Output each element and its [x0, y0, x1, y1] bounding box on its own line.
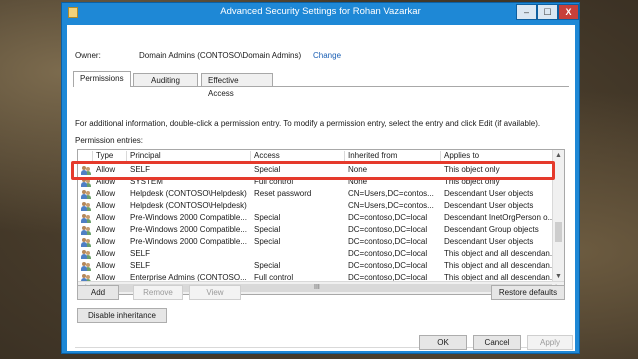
- cell-type: Allow: [96, 201, 116, 210]
- change-owner-link[interactable]: Change: [313, 51, 341, 60]
- cell-access: Special: [254, 261, 281, 270]
- cell-inherited: DC=contoso,DC=local: [348, 261, 428, 270]
- add-button[interactable]: Add: [77, 285, 119, 300]
- cell-type: Allow: [96, 213, 116, 222]
- cell-type: Allow: [96, 189, 116, 198]
- cell-applies: Descendant InetOrgPerson o...: [444, 213, 552, 222]
- cell-principal: Pre-Windows 2000 Compatible...: [130, 213, 247, 222]
- minimize-button[interactable]: –: [516, 4, 537, 20]
- cell-access: Reset password: [254, 189, 312, 198]
- cell-inherited: CN=Users,DC=contos...: [348, 201, 434, 210]
- dialog-body: Owner: Domain Admins (CONTOSO\Domain Adm…: [67, 25, 575, 351]
- permission-entries-label: Permission entries:: [75, 136, 144, 145]
- owner-label: Owner:: [75, 51, 101, 60]
- cell-inherited: DC=contoso,DC=local: [348, 213, 428, 222]
- cell-inherited: DC=contoso,DC=local: [348, 225, 428, 234]
- title-bar[interactable]: Advanced Security Settings for Rohan Vaz…: [62, 3, 579, 23]
- tab-auditing[interactable]: Auditing: [133, 73, 198, 87]
- cell-type: Allow: [96, 261, 116, 270]
- apply-button[interactable]: Apply: [527, 335, 573, 350]
- cell-access: Special: [254, 237, 281, 246]
- scroll-thumb[interactable]: [555, 222, 562, 242]
- restore-defaults-button[interactable]: Restore defaults: [491, 285, 565, 300]
- cell-type: Allow: [96, 225, 116, 234]
- cell-principal: SELF: [130, 249, 151, 258]
- tab-divider: [73, 86, 569, 87]
- user-group-icon: [81, 190, 91, 199]
- tab-permissions[interactable]: Permissions: [73, 71, 131, 87]
- user-group-icon: [81, 214, 91, 223]
- cell-access: Special: [254, 213, 281, 222]
- scroll-grip-icon: III: [314, 284, 320, 291]
- cell-access: Special: [254, 225, 281, 234]
- cell-inherited: CN=Users,DC=contos...: [348, 189, 434, 198]
- cell-inherited: DC=contoso,DC=local: [348, 237, 428, 246]
- owner-value: Domain Admins (CONTOSO\Domain Admins): [139, 51, 302, 60]
- cell-applies: Descendant User objects: [444, 237, 534, 246]
- cell-principal: Helpdesk (CONTOSO\Helpdesk): [130, 201, 247, 210]
- cell-type: Allow: [96, 237, 116, 246]
- cell-applies: Descendant User objects: [444, 189, 534, 198]
- remove-button[interactable]: Remove: [133, 285, 183, 300]
- cell-inherited: DC=contoso,DC=local: [348, 249, 428, 258]
- cell-principal: Pre-Windows 2000 Compatible...: [130, 225, 247, 234]
- tab-effective-access[interactable]: Effective Access: [201, 73, 273, 98]
- cell-applies: This object and all descendan...: [444, 261, 552, 270]
- highlight-annotation: [71, 161, 555, 180]
- user-group-icon: [81, 202, 91, 211]
- maximize-button[interactable]: ☐: [537, 4, 558, 20]
- info-text: For additional information, double-click…: [75, 119, 541, 128]
- scroll-up-icon[interactable]: ▲: [553, 150, 564, 161]
- cell-applies: This object and all descendan...: [444, 249, 552, 258]
- cell-type: Allow: [96, 249, 116, 258]
- user-group-icon: [81, 226, 91, 235]
- view-button[interactable]: View: [189, 285, 241, 300]
- cell-applies: Descendant Group objects: [444, 225, 539, 234]
- window-title: Advanced Security Settings for Rohan Vaz…: [220, 6, 421, 17]
- cell-applies: Descendant User objects: [444, 201, 534, 210]
- disable-inheritance-button[interactable]: Disable inheritance: [77, 308, 167, 323]
- cell-principal: Helpdesk (CONTOSO\Helpdesk): [130, 189, 247, 198]
- user-group-icon: [81, 250, 91, 259]
- user-group-icon: [81, 238, 91, 247]
- cell-principal: SELF: [130, 261, 151, 270]
- close-button[interactable]: X: [558, 4, 579, 20]
- cancel-button[interactable]: Cancel: [473, 335, 521, 350]
- cell-principal: Pre-Windows 2000 Compatible...: [130, 237, 247, 246]
- user-group-icon: [81, 262, 91, 271]
- ok-button[interactable]: OK: [419, 335, 467, 350]
